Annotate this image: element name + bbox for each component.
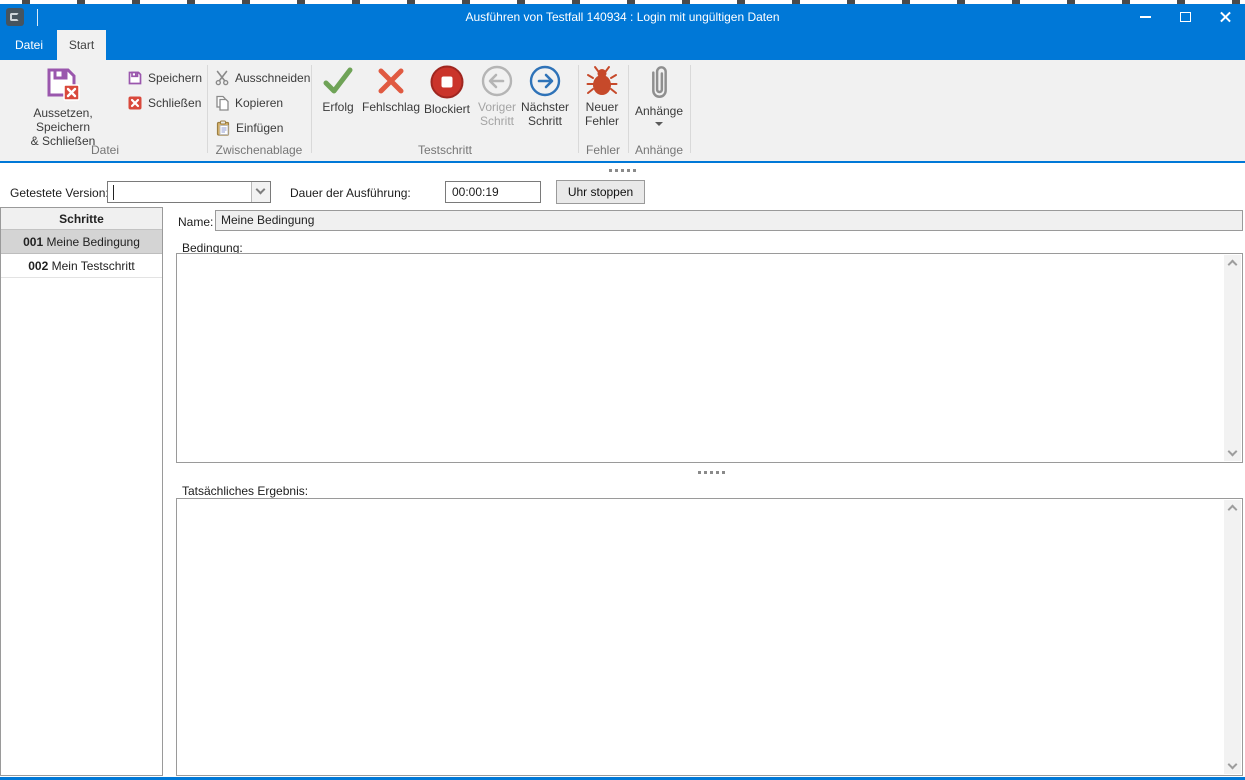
attachments-button[interactable]: Anhänge	[632, 62, 686, 126]
arrow-right-icon	[528, 64, 562, 98]
copy-icon	[214, 95, 230, 111]
bug-icon	[585, 64, 619, 98]
group-separator	[578, 65, 579, 153]
minimize-button[interactable]	[1125, 4, 1165, 30]
new-defect-label: Neuer Fehler	[580, 100, 624, 128]
success-label: Erfolg	[315, 100, 361, 114]
close-testcase-label: Schließen	[148, 96, 201, 110]
name-label: Name:	[178, 215, 213, 229]
name-field[interactable]: Meine Bedingung	[215, 210, 1243, 231]
steps-panel: Schritte 001 Meine Bedingung 002 Mein Te…	[0, 207, 163, 776]
step-number: 001	[23, 235, 43, 249]
window: Ausführen von Testfall 140934 : Login mi…	[0, 0, 1245, 780]
chevron-down-icon	[256, 185, 266, 195]
splitter-grip[interactable]	[698, 471, 725, 474]
scroll-up-icon[interactable]	[1228, 260, 1238, 270]
tab-start[interactable]: Start	[57, 30, 106, 60]
minimize-icon	[1140, 16, 1151, 18]
duration-field[interactable]: 00:00:19	[445, 181, 541, 203]
maximize-button[interactable]	[1165, 4, 1205, 30]
check-icon	[321, 64, 355, 98]
save-close-icon	[43, 64, 83, 104]
group-label-zwischenablage: Zwischenablage	[194, 143, 324, 157]
group-label-anhaenge: Anhänge	[594, 143, 724, 157]
steps-header: Schritte	[1, 208, 162, 230]
titlebar: Ausführen von Testfall 140934 : Login mi…	[0, 4, 1245, 30]
ribbon: Aussetzen, Speichern & Schließen Speiche…	[0, 60, 1245, 163]
next-step-label: Nächster Schritt	[519, 100, 571, 128]
step-label: Mein Testschritt	[52, 259, 135, 273]
success-button[interactable]: Erfolg	[315, 62, 361, 114]
suspend-save-close-label: Aussetzen, Speichern & Schließen	[8, 106, 118, 148]
group-separator	[311, 65, 312, 153]
cut-label: Ausschneiden	[235, 71, 310, 85]
text-caret	[113, 185, 114, 200]
copy-label: Kopieren	[235, 96, 283, 110]
previous-step-label: Voriger Schritt	[475, 100, 519, 128]
stop-clock-button[interactable]: Uhr stoppen	[556, 180, 645, 204]
group-separator	[628, 65, 629, 153]
paste-icon	[215, 120, 231, 136]
step-item-002[interactable]: 002 Mein Testschritt	[1, 254, 162, 278]
fail-button[interactable]: Fehlschlag	[360, 62, 422, 114]
save-icon	[127, 70, 143, 86]
previous-step-button[interactable]: Voriger Schritt	[475, 62, 519, 128]
next-step-button[interactable]: Nächster Schritt	[519, 62, 571, 128]
group-label-testschritt: Testschritt	[380, 143, 510, 157]
tested-version-label: Getestete Version:	[10, 186, 109, 200]
condition-textarea[interactable]	[176, 253, 1243, 463]
step-label: Meine Bedingung	[46, 235, 139, 249]
window-controls	[1125, 4, 1245, 30]
step-item-001[interactable]: 001 Meine Bedingung	[1, 230, 162, 254]
group-separator	[690, 65, 691, 153]
scroll-down-icon[interactable]	[1228, 760, 1238, 770]
close-button[interactable]	[1205, 4, 1245, 30]
fail-label: Fehlschlag	[360, 100, 422, 114]
close-red-icon	[127, 95, 143, 111]
blocked-label: Blockiert	[420, 102, 474, 116]
tested-version-combobox[interactable]	[107, 181, 271, 203]
tab-datei[interactable]: Datei	[8, 30, 50, 60]
close-icon	[1219, 11, 1232, 24]
maximize-icon	[1180, 12, 1191, 22]
copy-button[interactable]: Kopieren	[214, 94, 283, 111]
scroll-down-icon[interactable]	[1228, 447, 1238, 457]
paperclip-icon	[645, 64, 673, 102]
paste-label: Einfügen	[236, 121, 283, 135]
stop-icon	[429, 64, 465, 100]
scrollbar[interactable]	[1224, 255, 1241, 461]
step-number: 002	[28, 259, 48, 273]
new-defect-button[interactable]: Neuer Fehler	[580, 62, 624, 128]
dropdown-arrow-icon[interactable]	[655, 122, 663, 126]
actual-result-textarea[interactable]	[176, 498, 1243, 776]
duration-label: Dauer der Ausführung:	[290, 186, 411, 200]
x-icon	[374, 64, 408, 98]
ribbon-tabs: Datei Start	[0, 30, 1245, 60]
window-title: Ausführen von Testfall 140934 : Login mi…	[0, 4, 1245, 30]
blocked-button[interactable]: Blockiert	[420, 62, 474, 116]
attachments-label: Anhänge	[632, 104, 686, 118]
scrollbar[interactable]	[1224, 500, 1241, 774]
combo-dropdown-button[interactable]	[251, 182, 270, 202]
cut-button[interactable]: Ausschneiden	[214, 69, 310, 86]
group-separator	[207, 65, 208, 153]
arrow-left-icon	[480, 64, 514, 98]
suspend-save-close-button[interactable]: Aussetzen, Speichern & Schließen	[8, 62, 118, 148]
save-label: Speichern	[148, 71, 202, 85]
paste-button[interactable]: Einfügen	[215, 119, 283, 136]
save-button[interactable]: Speichern	[127, 69, 202, 86]
actual-result-label: Tatsächliches Ergebnis:	[182, 484, 308, 498]
splitter-grip[interactable]	[609, 169, 636, 172]
scissors-icon	[214, 70, 230, 86]
close-testcase-button[interactable]: Schließen	[127, 94, 201, 111]
scroll-up-icon[interactable]	[1228, 505, 1238, 515]
group-label-datei: Datei	[40, 143, 170, 157]
